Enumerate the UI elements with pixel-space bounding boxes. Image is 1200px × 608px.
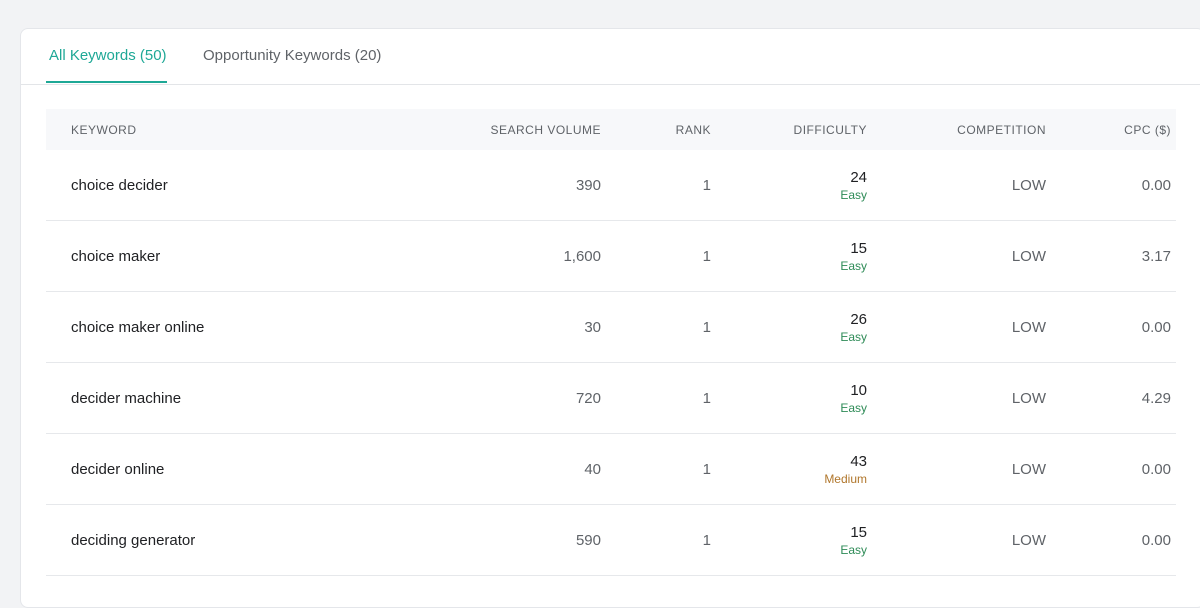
difficulty-value: 15 <box>850 240 867 257</box>
search-volume-cell: 720 <box>575 390 601 407</box>
competition-cell: LOW <box>1011 319 1046 336</box>
cpc-cell: 3.17 <box>1141 248 1171 265</box>
header-cpc[interactable]: CPC ($) <box>1124 123 1171 137</box>
cpc-cell: 0.00 <box>1141 461 1171 478</box>
table-header: KEYWORD SEARCH VOLUME RANK DIFFICULTY CO… <box>46 109 1176 150</box>
difficulty-label: Easy <box>840 259 867 273</box>
search-volume-cell: 30 <box>584 319 601 336</box>
cpc-cell: 4.29 <box>1141 390 1171 407</box>
difficulty-cell: 10 Easy <box>840 382 867 416</box>
difficulty-cell: 26 Easy <box>840 311 867 345</box>
keywords-table: KEYWORD SEARCH VOLUME RANK DIFFICULTY CO… <box>46 109 1176 576</box>
difficulty-label: Medium <box>824 472 867 486</box>
tab-bar: All Keywords (50) Opportunity Keywords (… <box>21 29 1200 85</box>
difficulty-label: Easy <box>840 188 867 202</box>
cpc-cell: 0.00 <box>1141 177 1171 194</box>
table-row[interactable]: choice maker 1,600 1 15 Easy LOW 3.17 <box>46 221 1176 292</box>
difficulty-cell: 15 Easy <box>840 524 867 558</box>
difficulty-value: 26 <box>850 311 867 328</box>
rank-cell: 1 <box>702 461 711 478</box>
difficulty-value: 10 <box>850 382 867 399</box>
search-volume-cell: 390 <box>575 177 601 194</box>
competition-cell: LOW <box>1011 390 1046 407</box>
tab-opportunity-keywords[interactable]: Opportunity Keywords (20) <box>203 47 381 64</box>
search-volume-cell: 40 <box>584 461 601 478</box>
active-tab-indicator <box>46 81 167 83</box>
table-row[interactable]: decider machine 720 1 10 Easy LOW 4.29 <box>46 363 1176 434</box>
rank-cell: 1 <box>702 248 711 265</box>
keyword-cell: choice maker <box>71 248 161 265</box>
header-rank[interactable]: RANK <box>676 123 711 137</box>
cpc-cell: 0.00 <box>1141 532 1171 549</box>
competition-cell: LOW <box>1011 177 1046 194</box>
difficulty-cell: 24 Easy <box>840 169 867 203</box>
search-volume-cell: 590 <box>575 532 601 549</box>
tab-all-keywords[interactable]: All Keywords (50) <box>49 47 167 64</box>
keyword-cell: deciding generator <box>71 532 196 549</box>
table-row[interactable]: deciding generator 590 1 15 Easy LOW 0.0… <box>46 505 1176 576</box>
difficulty-cell: 15 Easy <box>840 240 867 274</box>
rank-cell: 1 <box>702 319 711 336</box>
keyword-cell: decider online <box>71 461 165 478</box>
rank-cell: 1 <box>702 390 711 407</box>
difficulty-cell: 43 Medium <box>824 453 867 487</box>
header-difficulty[interactable]: DIFFICULTY <box>794 123 867 137</box>
difficulty-label: Easy <box>840 543 867 557</box>
keyword-cell: choice maker online <box>71 319 205 336</box>
keywords-card: All Keywords (50) Opportunity Keywords (… <box>20 28 1200 608</box>
table-row[interactable]: choice decider 390 1 24 Easy LOW 0.00 <box>46 150 1176 221</box>
header-competition[interactable]: COMPETITION <box>957 123 1046 137</box>
keyword-cell: decider machine <box>71 390 182 407</box>
table-row[interactable]: decider online 40 1 43 Medium LOW 0.00 <box>46 434 1176 505</box>
rank-cell: 1 <box>702 532 711 549</box>
competition-cell: LOW <box>1011 532 1046 549</box>
competition-cell: LOW <box>1011 461 1046 478</box>
search-volume-cell: 1,600 <box>563 248 601 265</box>
cpc-cell: 0.00 <box>1141 319 1171 336</box>
difficulty-label: Easy <box>840 330 867 344</box>
competition-cell: LOW <box>1011 248 1046 265</box>
difficulty-value: 43 <box>850 453 867 470</box>
header-search-volume[interactable]: SEARCH VOLUME <box>490 123 601 137</box>
keyword-cell: choice decider <box>71 177 168 194</box>
rank-cell: 1 <box>702 177 711 194</box>
table-row[interactable]: choice maker online 30 1 26 Easy LOW 0.0… <box>46 292 1176 363</box>
difficulty-label: Easy <box>840 401 867 415</box>
difficulty-value: 24 <box>850 169 867 186</box>
header-keyword[interactable]: KEYWORD <box>71 123 137 137</box>
difficulty-value: 15 <box>850 524 867 541</box>
